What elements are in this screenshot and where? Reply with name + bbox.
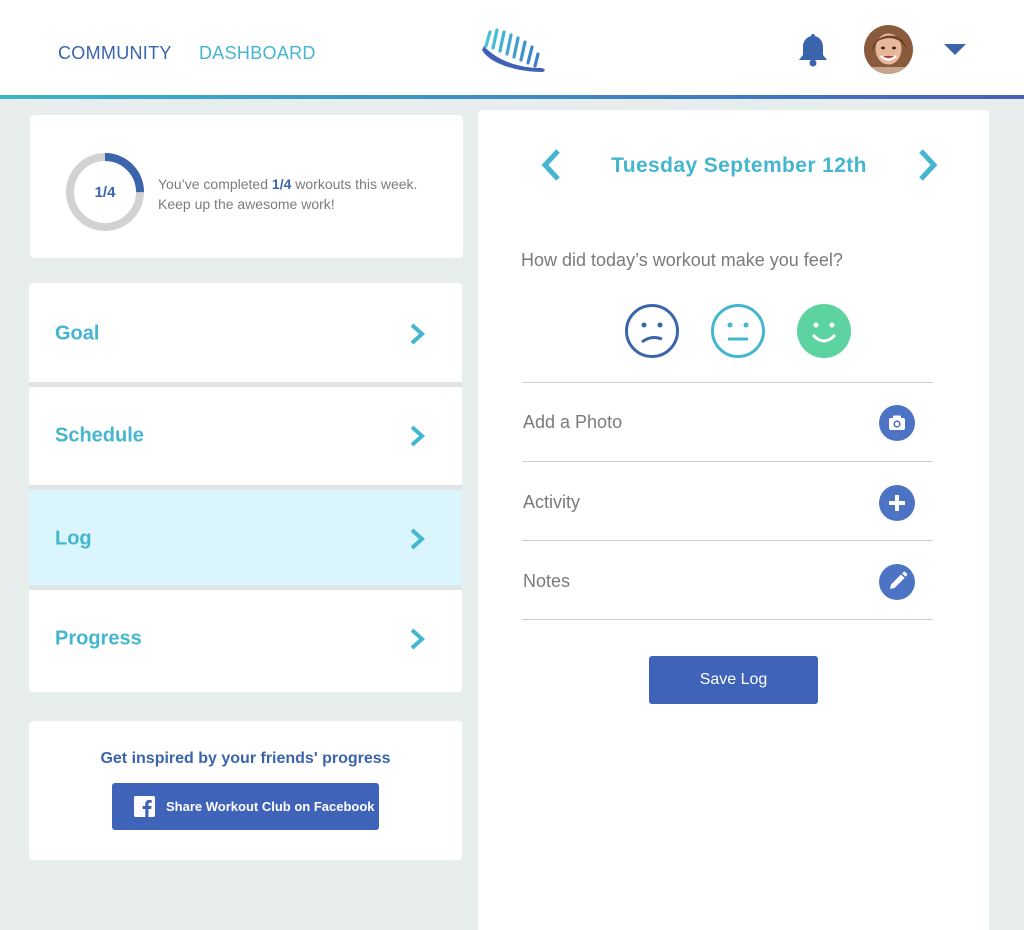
facebook-icon bbox=[134, 796, 155, 817]
log-divider bbox=[522, 382, 933, 383]
share-facebook-button[interactable]: Share Workout Club on Facebook bbox=[112, 783, 379, 830]
user-avatar[interactable] bbox=[864, 25, 913, 74]
top-header: COMMUNITY DASHBOARD bbox=[0, 0, 1024, 95]
share-facebook-label: Share Workout Club on Facebook bbox=[166, 799, 375, 814]
app-logo[interactable] bbox=[478, 24, 548, 76]
weekly-progress-text: You’ve completed 1/4 workouts this week.… bbox=[158, 174, 448, 214]
menu-item-schedule[interactable]: Schedule bbox=[29, 387, 462, 485]
account-dropdown-caret-icon[interactable] bbox=[944, 42, 966, 56]
log-divider bbox=[522, 619, 933, 620]
chevron-right-icon bbox=[410, 323, 425, 345]
weekly-progress-ring-label: 1/4 bbox=[94, 183, 116, 201]
next-day-arrow-icon[interactable] bbox=[916, 147, 940, 183]
share-title: Get inspired by your friends' progress bbox=[100, 750, 391, 767]
menu-item-label: Schedule bbox=[55, 424, 144, 447]
notifications-bell-icon[interactable] bbox=[797, 33, 829, 67]
plus-icon[interactable] bbox=[879, 485, 915, 521]
sad-face-icon[interactable] bbox=[624, 303, 680, 359]
log-date: Tuesday September 12th bbox=[611, 154, 867, 177]
mood-question: How did today’s workout make you feel? bbox=[521, 250, 843, 270]
notes-label: Notes bbox=[523, 571, 571, 591]
progress-text-suffix: workouts this week. bbox=[291, 176, 418, 192]
log-divider bbox=[522, 461, 933, 462]
camera-icon[interactable] bbox=[879, 405, 915, 441]
pencil-icon[interactable] bbox=[879, 564, 915, 600]
add-photo-label: Add a Photo bbox=[523, 412, 623, 432]
previous-day-arrow-icon[interactable] bbox=[539, 147, 563, 183]
chevron-right-icon bbox=[410, 528, 425, 550]
menu-item-label: Goal bbox=[55, 322, 100, 345]
header-divider bbox=[0, 95, 1024, 99]
activity-label: Activity bbox=[523, 492, 581, 512]
chevron-right-icon bbox=[410, 628, 425, 650]
menu-item-label: Progress bbox=[55, 627, 142, 650]
nav-community[interactable]: COMMUNITY bbox=[58, 43, 172, 64]
menu-item-goal[interactable]: Goal bbox=[29, 285, 462, 383]
menu-item-progress[interactable]: Progress bbox=[29, 590, 462, 688]
neutral-face-icon[interactable] bbox=[710, 303, 766, 359]
menu-item-label: Log bbox=[55, 527, 92, 550]
log-divider bbox=[522, 540, 933, 541]
progress-text-prefix: You’ve completed bbox=[158, 176, 272, 192]
menu-item-log[interactable]: Log bbox=[29, 490, 462, 588]
chevron-right-icon bbox=[410, 425, 425, 447]
progress-encouragement: Keep up the awesome work! bbox=[158, 196, 335, 212]
progress-text-value: 1/4 bbox=[271, 176, 292, 192]
save-log-button[interactable]: Save Log bbox=[649, 656, 818, 704]
happy-face-icon[interactable] bbox=[796, 303, 852, 359]
nav-dashboard[interactable]: DASHBOARD bbox=[199, 43, 316, 64]
